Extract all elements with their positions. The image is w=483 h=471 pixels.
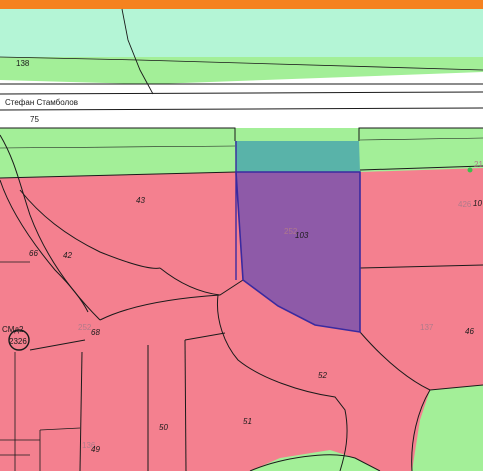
parcel-label-103: 103 <box>295 231 309 240</box>
street-code-bottom: 75 <box>30 115 39 124</box>
parcel-label-42: 42 <box>63 251 72 260</box>
parcel-label-66: 66 <box>29 249 38 258</box>
parcel-label-215: 215 <box>474 160 483 169</box>
top-bar <box>0 0 483 9</box>
green-strip-top <box>0 9 483 57</box>
parcel-label-49: 49 <box>91 445 100 454</box>
parcel-label-68: 68 <box>91 328 100 337</box>
parcel-label-137: 137 <box>420 323 434 332</box>
parcel-label-43: 43 <box>136 196 145 205</box>
parcel-label-50: 50 <box>159 423 168 432</box>
cadastral-map[interactable]: 138 Стефан Стамболов 75 43 10 426 215 66… <box>0 0 483 471</box>
parcel-label-46: 46 <box>465 327 474 336</box>
green-zone-upper <box>0 57 483 84</box>
selected-parcel-top[interactable] <box>235 141 360 172</box>
parcel-label-10: 10 <box>473 199 482 208</box>
survey-point-marker[interactable] <box>467 167 473 173</box>
parcel-label-51: 51 <box>243 417 252 426</box>
street-code-top: 138 <box>16 59 30 68</box>
map-canvas[interactable]: 138 Стефан Стамболов 75 43 10 426 215 66… <box>0 0 483 471</box>
street-name: Стефан Стамболов <box>5 98 78 107</box>
parcel-label-252-left: 252 <box>78 323 92 332</box>
marker-label-bottom: 2326 <box>9 337 27 346</box>
parcel-label-52: 52 <box>318 371 327 380</box>
parcel-label-426: 426 <box>458 200 472 209</box>
marker-label-top: СМд2 <box>2 325 24 334</box>
